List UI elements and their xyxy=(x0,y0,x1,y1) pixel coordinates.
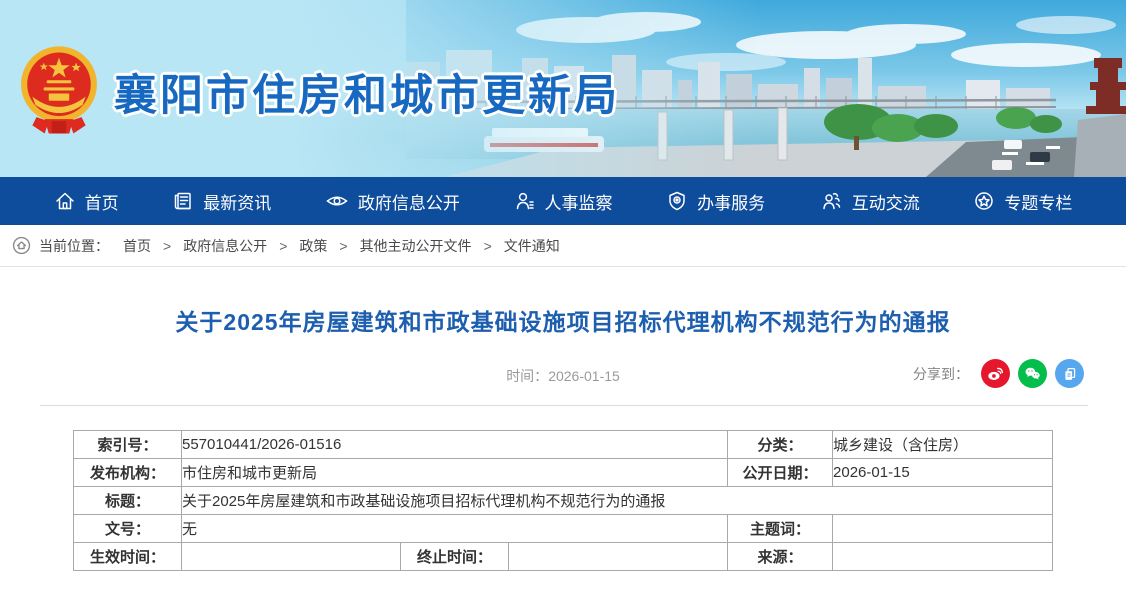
breadcrumb-separator: > xyxy=(163,238,171,254)
category-label: 分类： xyxy=(728,431,833,459)
nav-item-services[interactable]: 办事服务 xyxy=(666,189,765,214)
nav-item-news[interactable]: 最新资讯 xyxy=(172,189,271,214)
main-nav: 首页 最新资讯 政府信息公开 人事监察 办事服务 互动交流 xyxy=(0,177,1126,225)
doc-title-label: 标题： xyxy=(74,487,182,515)
weibo-icon xyxy=(985,363,1006,384)
breadcrumb-separator: > xyxy=(484,238,492,254)
breadcrumb-separator: > xyxy=(279,238,287,254)
expiry-date-value xyxy=(509,543,728,571)
breadcrumb-item-home[interactable]: 首页 xyxy=(123,236,151,256)
site-title: 襄阳市住房和城市更新局 xyxy=(114,61,620,123)
breadcrumb-item-doc-notice[interactable]: 文件通知 xyxy=(504,236,560,256)
wechat-icon xyxy=(1022,363,1043,384)
issuer-label: 发布机构： xyxy=(74,459,182,487)
doc-title-value: 关于2025年房屋建筑和市政基础设施项目招标代理机构不规范行为的通报 xyxy=(182,487,1053,515)
publish-date-value: 2026-01-15 xyxy=(833,459,1053,487)
document-meta-table: 索引号： 557010441/2026-01516 分类： 城乡建设（含住房） … xyxy=(73,430,1053,571)
nav-item-home[interactable]: 首页 xyxy=(54,189,119,214)
share-wechat-button[interactable] xyxy=(1018,359,1047,388)
nav-item-label: 政府信息公开 xyxy=(358,189,460,214)
effective-date-label: 生效时间： xyxy=(74,543,182,571)
nav-item-label: 办事服务 xyxy=(697,189,765,214)
expiry-date-label: 终止时间： xyxy=(401,543,509,571)
source-label: 来源： xyxy=(728,543,833,571)
effective-date-value xyxy=(182,543,401,571)
publish-date-label: 公开日期： xyxy=(728,459,833,487)
table-row: 文号： 无 主题词： xyxy=(74,515,1053,543)
table-row: 标题： 关于2025年房屋建筑和市政基础设施项目招标代理机构不规范行为的通报 xyxy=(74,487,1053,515)
home-icon xyxy=(12,236,31,255)
nav-item-label: 专题专栏 xyxy=(1004,189,1072,214)
nav-item-special-columns[interactable]: 专题专栏 xyxy=(973,189,1072,214)
table-row: 发布机构： 市住房和城市更新局 公开日期： 2026-01-15 xyxy=(74,459,1053,487)
nav-item-gov-info[interactable]: 政府信息公开 xyxy=(325,189,460,214)
category-value: 城乡建设（含住房） xyxy=(833,431,1053,459)
nav-item-label: 首页 xyxy=(85,189,119,214)
index-number-value: 557010441/2026-01516 xyxy=(182,431,728,459)
breadcrumb-item-gov-info[interactable]: 政府信息公开 xyxy=(183,236,267,256)
share-label: 分享到： xyxy=(913,364,969,384)
star-icon xyxy=(973,190,995,212)
breadcrumb: 当前位置： 首页 > 政府信息公开 > 政策 > 其他主动公开文件 > 文件通知 xyxy=(0,225,1126,267)
share-copy-button[interactable] xyxy=(1055,359,1084,388)
nav-item-interaction[interactable]: 互动交流 xyxy=(819,189,920,214)
keywords-label: 主题词： xyxy=(728,515,833,543)
breadcrumb-label: 当前位置： xyxy=(39,236,109,256)
doc-number-label: 文号： xyxy=(74,515,182,543)
nav-item-label: 人事监察 xyxy=(545,189,613,214)
news-icon xyxy=(172,190,194,212)
copy-icon xyxy=(1060,364,1080,384)
index-number-label: 索引号： xyxy=(74,431,182,459)
article-meta-row: 时间：2026-01-15 分享到： xyxy=(0,359,1126,389)
site-brand: 襄阳市住房和城市更新局 xyxy=(18,42,620,142)
breadcrumb-item-policy[interactable]: 政策 xyxy=(299,236,327,256)
nav-item-label: 互动交流 xyxy=(852,189,920,214)
doc-number-value: 无 xyxy=(182,515,728,543)
breadcrumb-separator: > xyxy=(339,238,347,254)
page-title: 关于2025年房屋建筑和市政基础设施项目招标代理机构不规范行为的通报 xyxy=(0,303,1126,337)
divider xyxy=(40,405,1088,406)
shield-icon xyxy=(666,190,688,212)
share-weibo-button[interactable] xyxy=(981,359,1010,388)
people-chat-icon xyxy=(819,190,843,212)
nav-item-personnel[interactable]: 人事监察 xyxy=(514,189,613,214)
site-banner: 襄阳市住房和城市更新局 xyxy=(0,0,1126,177)
nav-item-label: 最新资讯 xyxy=(203,189,271,214)
source-value xyxy=(833,543,1053,571)
issuer-value: 市住房和城市更新局 xyxy=(182,459,728,487)
share-bar: 分享到： xyxy=(913,359,1084,388)
table-row: 索引号： 557010441/2026-01516 分类： 城乡建设（含住房） xyxy=(74,431,1053,459)
national-emblem-icon xyxy=(18,42,100,142)
table-row: 生效时间： 终止时间： 来源： xyxy=(74,543,1053,571)
breadcrumb-item-other-open-docs[interactable]: 其他主动公开文件 xyxy=(360,236,472,256)
home-icon xyxy=(54,190,76,212)
publish-date-label: 时间： xyxy=(506,368,548,384)
person-icon xyxy=(514,190,536,212)
eye-icon xyxy=(325,190,349,212)
keywords-value xyxy=(833,515,1053,543)
publish-date-value: 2026-01-15 xyxy=(548,368,620,384)
